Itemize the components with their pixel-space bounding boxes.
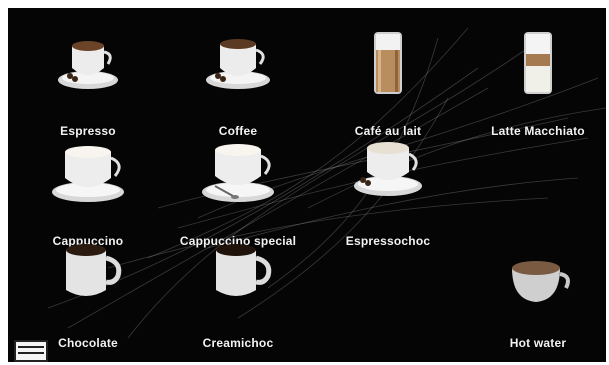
latte-glass-icon xyxy=(374,32,402,94)
drink-label: Café au lait xyxy=(354,124,422,138)
menu-icon[interactable] xyxy=(14,340,48,362)
menu-icon-bar xyxy=(18,352,44,354)
drink-label: Espressochoc xyxy=(345,234,431,248)
drink-tile-espresso[interactable]: Espresso xyxy=(18,28,158,138)
drink-label: Latte Macchiato xyxy=(491,124,585,138)
drink-tile-cappuccino-special[interactable]: Cappuccino special xyxy=(168,138,308,248)
layered-glass-icon xyxy=(524,32,552,94)
drink-tile-hot-water[interactable]: Hot water xyxy=(468,240,606,350)
drink-tile-cafe-au-lait[interactable]: Café au lait xyxy=(318,28,458,138)
drink-tile-latte-macchiato[interactable]: Latte Macchiato xyxy=(468,28,606,138)
drink-selection-screen: Espresso Coffee Café au lait Latte Macch… xyxy=(8,8,606,362)
choc-cup-icon xyxy=(354,142,422,196)
menu-icon-bar xyxy=(18,346,44,348)
drink-tile-creamichoc[interactable]: Creamichoc xyxy=(168,240,308,350)
drink-tile-chocolate[interactable]: Chocolate xyxy=(18,240,158,350)
drink-tile-espressochoc[interactable]: Espressochoc xyxy=(318,138,458,248)
drink-label: Espresso xyxy=(60,124,116,138)
drink-label: Coffee xyxy=(218,124,258,138)
cappuccino-spoon-cup-icon xyxy=(202,144,274,202)
creamichoc-mug-icon xyxy=(216,244,272,296)
espresso-cup-icon xyxy=(58,41,118,89)
drink-label: Creamichoc xyxy=(202,336,274,350)
cappuccino-cup-icon xyxy=(52,146,124,202)
coffee-cup-icon xyxy=(206,39,270,89)
drink-label: Hot water xyxy=(509,336,567,350)
chocolate-mug-icon xyxy=(66,244,122,296)
drink-tile-coffee[interactable]: Coffee xyxy=(168,28,308,138)
drink-tile-cappuccino[interactable]: Cappuccino xyxy=(18,138,158,248)
hot-water-bowl-icon xyxy=(512,261,570,302)
